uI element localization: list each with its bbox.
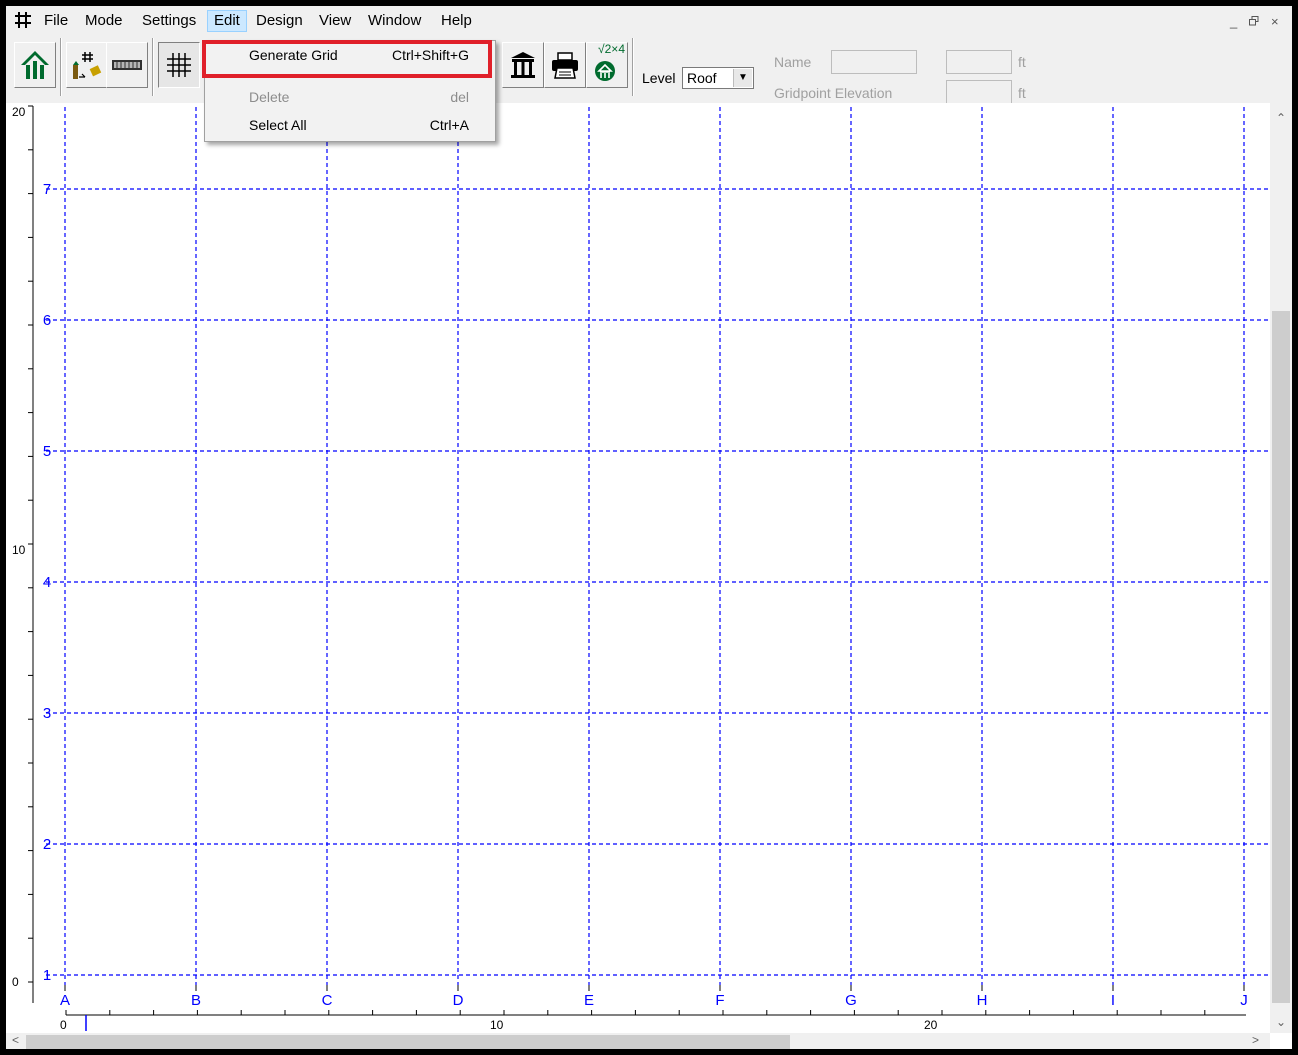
grid-column-label: I — [1111, 992, 1115, 1009]
app-window: File Mode Settings Edit Design View Wind… — [6, 6, 1292, 1049]
name-unit-field[interactable] — [946, 50, 1012, 74]
grid-row-label: 2 — [43, 836, 51, 853]
restore-icon[interactable] — [1249, 16, 1259, 26]
grid-column-label: B — [191, 992, 201, 1009]
scroll-right-icon[interactable]: > — [1252, 1033, 1259, 1047]
beam-button[interactable] — [106, 42, 148, 88]
menu-item-delete: Delete del — [205, 85, 495, 111]
toolbar-separator — [60, 38, 62, 96]
grid-column-label: E — [584, 992, 594, 1009]
grid-row-label: 4 — [43, 574, 51, 591]
menu-bar: File Mode Settings Edit Design View Wind… — [6, 6, 1292, 34]
menu-design[interactable]: Design — [250, 11, 309, 31]
column-icon — [511, 52, 535, 78]
grid-import-button[interactable] — [66, 42, 108, 88]
grid-row-label: 3 — [43, 705, 51, 722]
bottom-ruler-label: 20 — [924, 1018, 938, 1032]
scroll-left-icon[interactable]: < — [12, 1033, 19, 1047]
select-all-shortcut: Ctrl+A — [429, 117, 469, 133]
grid-import-icon — [73, 52, 102, 79]
bottom-ruler-label: 0 — [60, 1018, 67, 1032]
grid-row-label: 7 — [43, 181, 51, 198]
menu-view[interactable]: View — [313, 11, 357, 31]
select-all-label: Select All — [249, 117, 307, 133]
grid-column-label: G — [845, 992, 857, 1009]
grid-canvas[interactable]: A B C D E F G H I J 7 6 5 4 3 2 1 20 10 0 0 10 20 — [6, 103, 1270, 1033]
menu-help[interactable]: Help — [435, 11, 478, 31]
level-value: Roof — [687, 70, 717, 86]
name-field[interactable] — [831, 50, 917, 74]
column-button[interactable] — [502, 42, 544, 88]
level-select[interactable]: Roof ▼ — [682, 67, 754, 89]
print-button[interactable] — [544, 42, 586, 88]
horizontal-scrollbar[interactable]: < > — [6, 1033, 1270, 1049]
gridpoint-elevation-field[interactable] — [946, 80, 1012, 104]
menu-mode[interactable]: Mode — [79, 11, 129, 31]
toolbar-separator — [152, 38, 154, 96]
menu-settings[interactable]: Settings — [136, 11, 202, 31]
grid-drawing[interactable]: A B C D E F G H I J 7 6 5 4 3 2 1 20 10 0 0 10 20 — [6, 103, 1270, 1033]
grid-button[interactable] — [158, 42, 200, 88]
home-icon — [21, 51, 49, 79]
left-ruler-label: 0 — [12, 975, 19, 989]
name-unit: ft — [1018, 54, 1026, 70]
menu-window[interactable]: Window — [362, 11, 427, 31]
menu-file[interactable]: File — [38, 11, 74, 31]
home-button[interactable] — [14, 42, 56, 88]
delete-label: Delete — [249, 89, 290, 105]
left-ruler-label: 10 — [12, 543, 26, 557]
scroll-up-icon[interactable]: ⌃ — [1276, 111, 1286, 125]
check-2x4-button[interactable]: √2×4 — [586, 42, 628, 88]
gridpoint-elevation-unit: ft — [1018, 85, 1026, 101]
grid-row-label: 5 — [43, 443, 51, 460]
scroll-down-icon[interactable]: ⌄ — [1276, 1015, 1286, 1029]
highlight-box — [202, 40, 492, 78]
delete-shortcut: del — [450, 89, 469, 105]
grid-column-label: C — [322, 992, 333, 1009]
grid-column-label: H — [977, 992, 988, 1009]
toolbar-separator — [632, 38, 634, 96]
close-icon[interactable]: × — [1271, 14, 1279, 29]
grid-row-label: 6 — [43, 312, 51, 329]
vertical-scroll-thumb[interactable] — [1272, 311, 1290, 1003]
gridpoint-elevation-label: Gridpoint Elevation — [774, 85, 893, 101]
grid-app-icon — [15, 12, 31, 28]
bottom-ruler-label: 10 — [490, 1018, 504, 1032]
grid-icon — [167, 53, 191, 77]
level-label: Level — [642, 70, 676, 86]
grid-column-label: A — [60, 992, 70, 1009]
grid-column-label: F — [715, 992, 724, 1009]
name-label: Name — [774, 54, 812, 70]
vertical-scrollbar[interactable]: ⌃ ⌄ — [1270, 103, 1292, 1033]
grid-column-label: D — [453, 992, 464, 1009]
beam-icon — [112, 60, 142, 70]
left-ruler-label: 20 — [12, 105, 26, 119]
menu-edit[interactable]: Edit — [207, 10, 247, 32]
horizontal-scroll-thumb[interactable] — [26, 1035, 790, 1049]
print-icon — [552, 52, 578, 79]
check-2x4-badge: √2×4 — [598, 42, 625, 56]
grid-row-label: 1 — [43, 967, 51, 984]
grid-column-label: J — [1240, 992, 1248, 1009]
menu-item-select-all[interactable]: Select All Ctrl+A — [205, 113, 495, 139]
chevron-down-icon[interactable]: ▼ — [733, 69, 752, 87]
minimize-icon[interactable]: _ — [1230, 14, 1237, 29]
toolbar: √2×4 Level Roof ▼ Name ft Gridpoint Elev… — [6, 34, 1292, 105]
